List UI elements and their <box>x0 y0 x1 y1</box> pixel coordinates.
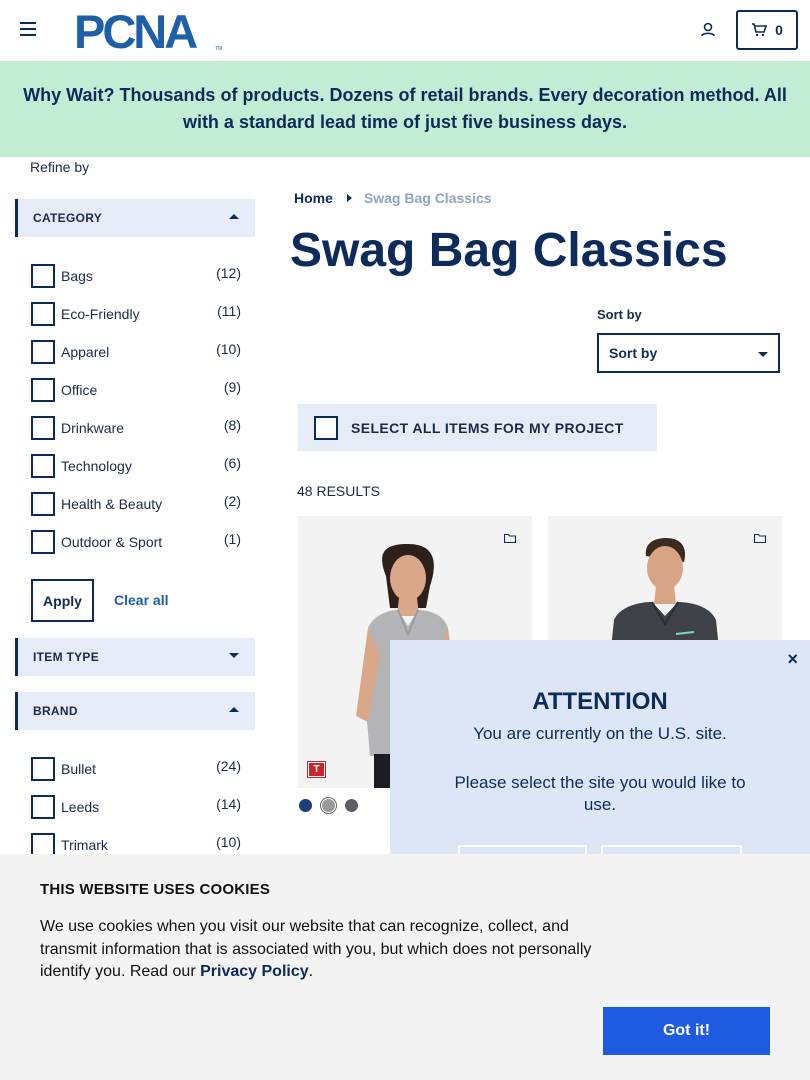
checkbox[interactable] <box>31 454 55 478</box>
logo-text: PCNA <box>74 6 197 54</box>
checkbox[interactable] <box>31 340 55 364</box>
facet-brand-label: BRAND <box>33 704 78 718</box>
facet-item-count: (12) <box>216 265 241 281</box>
chevron-up-icon <box>229 214 239 219</box>
promo-text: Why Wait? Thousands of products. Dozens … <box>23 85 787 132</box>
facet-item-label: Technology <box>61 458 132 474</box>
facet-item-label: Health & Beauty <box>61 496 163 512</box>
apply-button[interactable]: Apply <box>31 579 94 622</box>
cart-icon <box>752 23 768 37</box>
facet-item-apparel[interactable]: Apparel (10) <box>31 339 241 365</box>
color-swatch-selected[interactable] <box>322 799 335 812</box>
breadcrumb-current: Swag Bag Classics <box>363 190 492 206</box>
svg-text:TM: TM <box>215 46 222 52</box>
cart-button[interactable]: 0 <box>736 10 798 50</box>
facet-item-label: Bullet <box>61 761 97 777</box>
facet-item-count: (10) <box>216 834 241 850</box>
facet-item-bags[interactable]: Bags (12) <box>31 263 241 289</box>
facet-item-type-label: ITEM TYPE <box>33 650 100 664</box>
brand-badge: T <box>307 761 326 778</box>
pcna-logo[interactable]: PCNA TM <box>74 6 226 54</box>
color-swatch[interactable] <box>299 799 312 812</box>
select-all-bar[interactable]: SELECT ALL ITEMS FOR MY PROJECT <box>298 404 657 451</box>
facet-item-count: (1) <box>223 531 241 547</box>
chevron-up-icon <box>229 707 239 712</box>
facet-item-eco-friendly[interactable]: Eco-Friendly (11) <box>31 301 241 327</box>
checkbox[interactable] <box>31 302 55 326</box>
facet-item-label: Office <box>61 382 98 398</box>
facet-brand-header[interactable]: BRAND <box>15 692 255 730</box>
facet-item-leeds[interactable]: Leeds (14) <box>31 794 241 820</box>
facet-item-bullet[interactable]: Bullet (24) <box>31 756 241 782</box>
checkbox[interactable] <box>31 264 55 288</box>
select-all-checkbox[interactable] <box>314 415 338 440</box>
facet-item-count: (8) <box>223 417 241 433</box>
facet-item-count: (24) <box>216 758 241 774</box>
checkbox[interactable] <box>31 757 55 781</box>
facet-item-count: (10) <box>216 341 241 357</box>
attention-title: ATTENTION <box>532 688 668 715</box>
page: PCNA TM 0 Why Wait? Thousands of product… <box>0 0 810 1080</box>
facet-item-label: Drinkware <box>61 420 125 436</box>
promo-banner: Why Wait? Thousands of products. Dozens … <box>0 61 810 157</box>
privacy-policy-link[interactable]: Privacy Policy <box>200 963 309 980</box>
site-header: PCNA TM 0 <box>0 0 810 61</box>
cookie-message: We use cookies when you visit our websit… <box>40 918 592 980</box>
facet-category-header[interactable]: CATEGORY <box>15 199 255 237</box>
sort-select-value: Sort by <box>609 345 658 361</box>
facet-category-label: CATEGORY <box>33 211 103 225</box>
account-icon[interactable] <box>699 21 717 39</box>
facet-item-technology[interactable]: Technology (6) <box>31 453 241 479</box>
facet-item-count: (2) <box>223 493 241 509</box>
cookie-banner: THIS WEBSITE USES COOKIES We use cookies… <box>0 854 810 1080</box>
chevron-right-icon <box>346 194 352 202</box>
facet-item-count: (6) <box>223 455 241 471</box>
facet-item-label: Apparel <box>61 344 110 360</box>
color-swatch[interactable] <box>345 799 358 812</box>
cookie-text: We use cookies when you visit our websit… <box>40 916 610 984</box>
sort-label: Sort by <box>597 307 642 322</box>
facet-item-health-beauty[interactable]: Health & Beauty (2) <box>31 491 241 517</box>
facet-item-outdoor-sport[interactable]: Outdoor & Sport (1) <box>31 529 241 555</box>
checkbox[interactable] <box>31 378 55 402</box>
checkbox[interactable] <box>31 416 55 440</box>
checkbox[interactable] <box>31 492 55 516</box>
breadcrumb-home[interactable]: Home <box>294 190 333 206</box>
clear-all-link[interactable]: Clear all <box>114 592 168 608</box>
attention-instruction: Please select the site you would like to… <box>454 773 746 814</box>
menu-icon[interactable] <box>20 22 36 36</box>
facet-item-count: (11) <box>217 303 241 319</box>
cart-count: 0 <box>775 22 783 38</box>
facet-item-label: Outdoor & Sport <box>61 534 163 550</box>
facet-item-drinkware[interactable]: Drinkware (8) <box>31 415 241 441</box>
accept-cookies-button[interactable]: Got it! <box>603 1007 770 1055</box>
sort-select[interactable]: Sort by <box>597 333 780 373</box>
close-icon[interactable]: × <box>787 649 798 670</box>
chevron-down-icon <box>229 653 239 658</box>
facet-item-label: Trimark <box>61 837 108 853</box>
breadcrumb: Home Swag Bag Classics <box>294 190 492 206</box>
cookie-period: . <box>308 963 314 980</box>
facet-item-type-header[interactable]: ITEM TYPE <box>15 638 255 676</box>
page-title: Swag Bag Classics <box>290 224 728 277</box>
facet-item-count: (14) <box>216 796 241 812</box>
checkbox[interactable] <box>31 795 55 819</box>
folder-icon[interactable] <box>754 533 766 543</box>
facet-item-office[interactable]: Office (9) <box>31 377 241 403</box>
refine-label: Refine by <box>30 159 90 175</box>
folder-icon[interactable] <box>504 533 516 543</box>
select-all-label: SELECT ALL ITEMS FOR MY PROJECT <box>351 419 624 436</box>
facet-item-label: Eco-Friendly <box>61 306 140 322</box>
checkbox[interactable] <box>31 530 55 554</box>
results-count: 48 RESULTS <box>297 483 380 499</box>
chevron-down-icon <box>758 352 768 357</box>
facet-item-count: (9) <box>223 379 241 395</box>
attention-message: You are currently on the U.S. site. <box>473 724 727 743</box>
facet-item-label: Bags <box>61 268 93 284</box>
cookie-title: THIS WEBSITE USES COOKIES <box>40 881 271 898</box>
facet-item-label: Leeds <box>61 799 100 815</box>
